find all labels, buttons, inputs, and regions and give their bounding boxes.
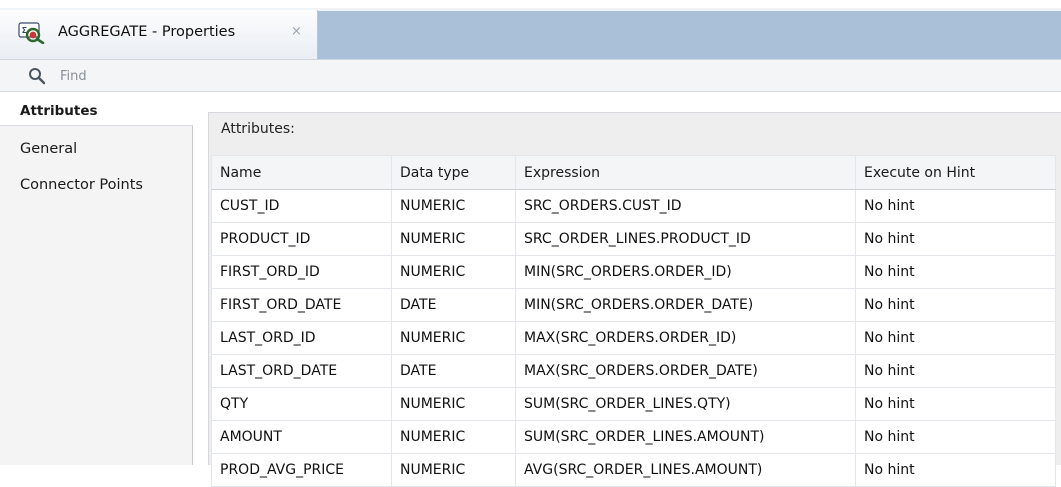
cell-execute-hint[interactable]: No hint: [855, 222, 1056, 256]
table-row[interactable]: PROD_AVG_PRICE NUMERIC AVG(SRC_ORDER_LIN…: [211, 453, 1056, 487]
find-input[interactable]: [60, 64, 1040, 88]
cell-expression[interactable]: MIN(SRC_ORDERS.ORDER_ID): [515, 255, 856, 289]
cell-execute-hint[interactable]: No hint: [855, 420, 1056, 454]
cell-execute-hint[interactable]: No hint: [855, 354, 1056, 388]
nav-item-connector-points[interactable]: Connector Points: [0, 170, 192, 200]
tab-aggregate-properties[interactable]: Σ AGGREGATE - Properties ×: [0, 10, 318, 59]
cell-execute-hint[interactable]: No hint: [855, 387, 1056, 421]
aggregate-component-icon: Σ: [18, 22, 45, 44]
cell-data-type[interactable]: NUMERIC: [391, 453, 516, 487]
table-row[interactable]: CUST_ID NUMERIC SRC_ORDERS.CUST_ID No hi…: [211, 189, 1056, 223]
table-row[interactable]: FIRST_ORD_ID NUMERIC MIN(SRC_ORDERS.ORDE…: [211, 255, 1056, 289]
cell-execute-hint[interactable]: No hint: [855, 321, 1056, 355]
cell-name[interactable]: LAST_ORD_DATE: [211, 354, 392, 388]
cell-expression[interactable]: SRC_ORDERS.CUST_ID: [515, 189, 856, 223]
cell-data-type[interactable]: NUMERIC: [391, 321, 516, 355]
table-header-row: Name Data type Expression Execute on Hin…: [211, 155, 1056, 190]
table-row[interactable]: AMOUNT NUMERIC SUM(SRC_ORDER_LINES.AMOUN…: [211, 420, 1056, 454]
cell-expression[interactable]: MAX(SRC_ORDERS.ORDER_DATE): [515, 354, 856, 388]
cell-execute-hint[interactable]: No hint: [855, 453, 1056, 487]
table-row[interactable]: LAST_ORD_ID NUMERIC MAX(SRC_ORDERS.ORDER…: [211, 321, 1056, 355]
nav-item-attributes[interactable]: Attributes: [0, 96, 193, 126]
close-icon[interactable]: ×: [291, 18, 302, 46]
attributes-table: Name Data type Expression Execute on Hin…: [211, 155, 1056, 487]
table-row[interactable]: PRODUCT_ID NUMERIC SRC_ORDER_LINES.PRODU…: [211, 222, 1056, 256]
column-header-expression[interactable]: Expression: [515, 155, 856, 190]
cell-name[interactable]: FIRST_ORD_ID: [211, 255, 392, 289]
cell-expression[interactable]: MIN(SRC_ORDERS.ORDER_DATE): [515, 288, 856, 322]
search-icon: [29, 68, 46, 85]
cell-name[interactable]: FIRST_ORD_DATE: [211, 288, 392, 322]
editor-tab-strip: Σ AGGREGATE - Properties ×: [0, 0, 1061, 59]
table-row[interactable]: LAST_ORD_DATE DATE MAX(SRC_ORDERS.ORDER_…: [211, 354, 1056, 388]
cell-name[interactable]: PROD_AVG_PRICE: [211, 453, 392, 487]
attributes-section-label: Attributes:: [221, 121, 295, 137]
cell-expression[interactable]: SUM(SRC_ORDER_LINES.QTY): [515, 387, 856, 421]
table-row[interactable]: FIRST_ORD_DATE DATE MIN(SRC_ORDERS.ORDER…: [211, 288, 1056, 322]
cell-data-type[interactable]: NUMERIC: [391, 189, 516, 223]
tab-strip-empty-area: [318, 11, 1061, 59]
attributes-panel: Attributes: Name Data type Expression Ex…: [208, 112, 1061, 487]
cell-expression[interactable]: MAX(SRC_ORDERS.ORDER_ID): [515, 321, 856, 355]
cell-execute-hint[interactable]: No hint: [855, 189, 1056, 223]
cell-execute-hint[interactable]: No hint: [855, 255, 1056, 289]
cell-name[interactable]: AMOUNT: [211, 420, 392, 454]
column-header-execute-on-hint[interactable]: Execute on Hint: [855, 155, 1056, 190]
cell-expression[interactable]: SRC_ORDER_LINES.PRODUCT_ID: [515, 222, 856, 256]
cell-name[interactable]: QTY: [211, 387, 392, 421]
find-bar: [0, 59, 1061, 92]
cell-execute-hint[interactable]: No hint: [855, 288, 1056, 322]
cell-data-type[interactable]: NUMERIC: [391, 222, 516, 256]
cell-data-type[interactable]: NUMERIC: [391, 387, 516, 421]
nav-item-general[interactable]: General: [0, 134, 192, 164]
cell-expression[interactable]: AVG(SRC_ORDER_LINES.AMOUNT): [515, 453, 856, 487]
tab-title: AGGREGATE - Properties: [58, 24, 236, 40]
column-header-name[interactable]: Name: [211, 155, 392, 190]
cell-name[interactable]: LAST_ORD_ID: [211, 321, 392, 355]
cell-data-type[interactable]: DATE: [391, 288, 516, 322]
cell-data-type[interactable]: NUMERIC: [391, 255, 516, 289]
column-header-data-type[interactable]: Data type: [391, 155, 516, 190]
cell-data-type[interactable]: NUMERIC: [391, 420, 516, 454]
table-row[interactable]: QTY NUMERIC SUM(SRC_ORDER_LINES.QTY) No …: [211, 387, 1056, 421]
cell-name[interactable]: PRODUCT_ID: [211, 222, 392, 256]
tab-strip-top-band: [0, 0, 1061, 8]
cell-expression[interactable]: SUM(SRC_ORDER_LINES.AMOUNT): [515, 420, 856, 454]
properties-side-nav: Attributes General Connector Points: [0, 96, 193, 465]
cell-data-type[interactable]: DATE: [391, 354, 516, 388]
cell-name[interactable]: CUST_ID: [211, 189, 392, 223]
